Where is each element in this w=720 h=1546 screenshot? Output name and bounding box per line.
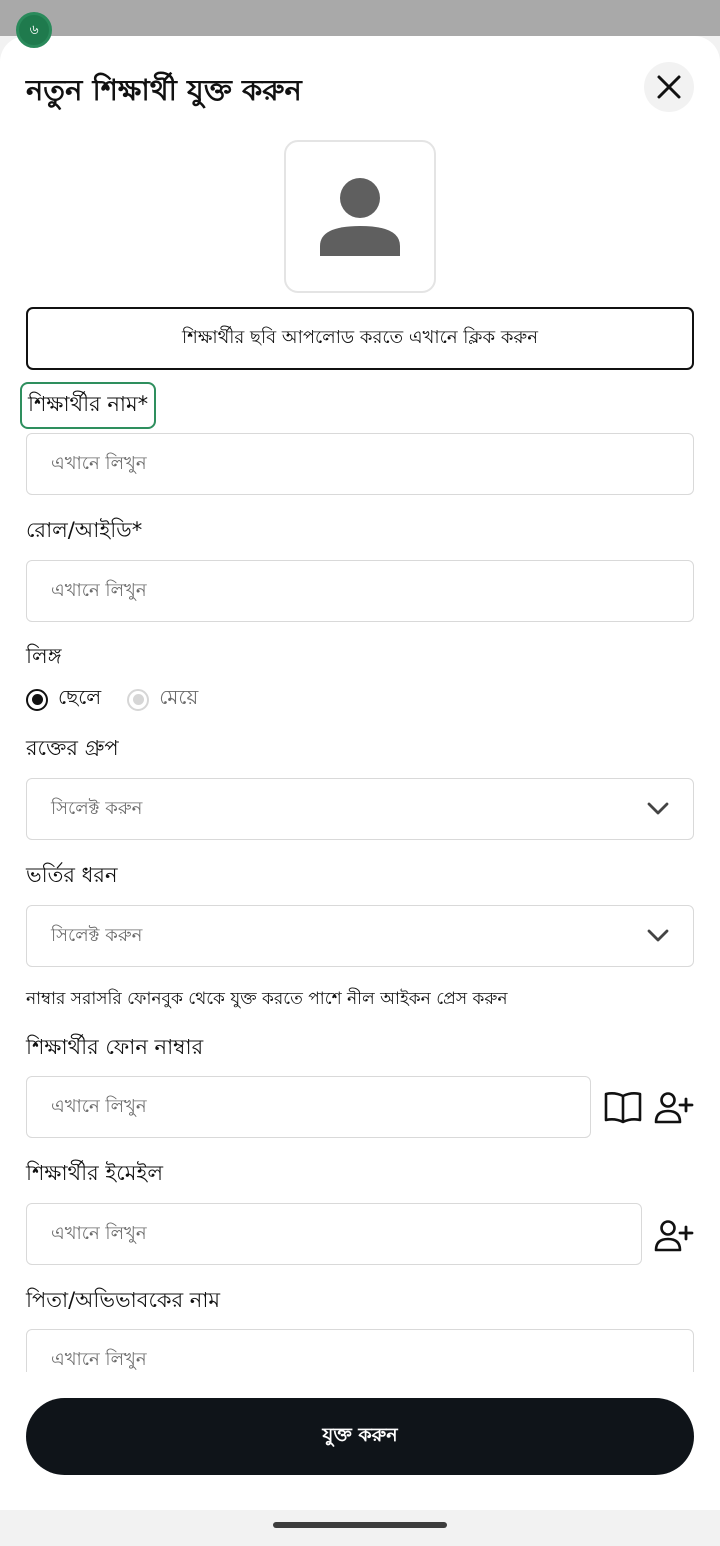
phonebook-button[interactable] <box>602 1088 644 1128</box>
notification-badge: ৬ <box>16 12 52 48</box>
phonebook-hint: নাম্বার সরাসরি ফোনবুক থেকে যুক্ত করতে পা… <box>26 989 508 1009</box>
gender-radio-group: ছেলে মেয়ে <box>26 683 224 716</box>
phone-input[interactable]: এখানে লিখুন <box>26 1076 591 1138</box>
add-student-sheet: নতুন শিক্ষার্থী যুক্ত করুন শিক্ষার্থীর ছ… <box>0 36 720 1510</box>
roll-id-input[interactable]: এখানে লিখুন <box>26 560 694 622</box>
guardian-name-placeholder: এখানে লিখুন <box>51 1348 147 1370</box>
student-name-placeholder: এখানে লিখুন <box>51 452 147 474</box>
email-input[interactable]: এখানে লিখুন <box>26 1203 642 1265</box>
roll-id-label: রোল/আইডি* <box>26 518 143 542</box>
submit-button[interactable]: যুক্ত করুন <box>26 1398 694 1475</box>
admission-type-select[interactable]: সিলেক্ট করুন <box>26 905 694 967</box>
phone-placeholder: এখানে লিখুন <box>51 1095 147 1117</box>
gender-option-girl[interactable]: মেয়ে <box>127 683 198 716</box>
radio-selected-icon <box>26 688 48 711</box>
add-contact-email-button[interactable] <box>652 1216 696 1256</box>
admission-type-label: ভর্তির ধরন <box>26 863 118 887</box>
radio-unselected-icon <box>127 688 150 711</box>
close-icon <box>657 75 681 99</box>
email-placeholder: এখানে লিখুন <box>51 1222 147 1244</box>
sheet-title: নতুন শিক্ষার্থী যুক্ত করুন <box>26 73 302 107</box>
gender-option-boy[interactable]: ছেলে <box>26 683 101 716</box>
email-label: শিক্ষার্থীর ইমেইল <box>26 1161 163 1185</box>
add-contact-phone-button[interactable] <box>652 1088 696 1128</box>
home-indicator[interactable] <box>273 1522 447 1528</box>
chevron-down-icon <box>647 929 669 943</box>
blood-group-label: রক্তের গ্রুপ <box>26 736 119 760</box>
blood-group-placeholder: সিলেক্ট করুন <box>51 797 143 819</box>
book-icon <box>604 1092 642 1124</box>
upload-photo-button[interactable]: শিক্ষার্থীর ছবি আপলোড করতে এখানে ক্লিক ক… <box>26 307 694 370</box>
student-name-label: শিক্ষার্থীর নাম* <box>20 382 157 429</box>
student-photo-preview[interactable] <box>284 140 436 293</box>
status-bar <box>0 0 720 36</box>
guardian-name-label: পিতা/অভিভাবকের নাম <box>26 1288 221 1312</box>
gender-option-girl-label: মেয়ে <box>159 685 199 709</box>
roll-id-placeholder: এখানে লিখুন <box>51 579 147 601</box>
admission-type-placeholder: সিলেক্ট করুন <box>51 924 143 946</box>
person-add-icon <box>654 1092 694 1124</box>
blood-group-select[interactable]: সিলেক্ট করুন <box>26 778 694 840</box>
phone-label: শিক্ষার্থীর ফোন নাম্বার <box>26 1035 204 1059</box>
person-placeholder-icon <box>320 178 400 256</box>
gender-label: লিঙ্গ <box>26 644 62 668</box>
close-button[interactable] <box>644 62 694 112</box>
gender-option-boy-label: ছেলে <box>58 685 102 709</box>
student-name-input[interactable]: এখানে লিখুন <box>26 433 694 495</box>
person-add-icon <box>654 1220 694 1252</box>
chevron-down-icon <box>647 802 669 816</box>
